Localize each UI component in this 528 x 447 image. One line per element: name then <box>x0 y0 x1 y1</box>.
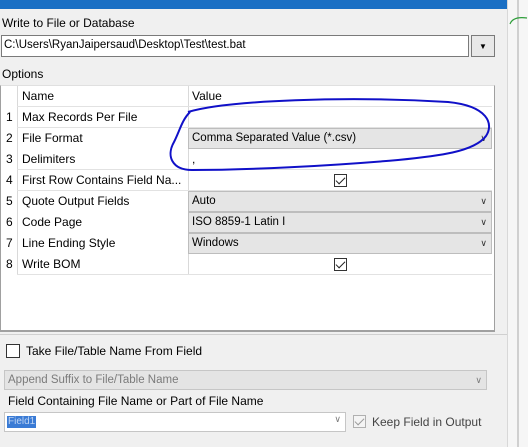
table-row[interactable]: 8 Write BOM <box>1 254 492 275</box>
file-format-value: Comma Separated Value (*.csv) <box>192 132 357 144</box>
row-number: 7 <box>6 236 13 250</box>
row-name: Max Records Per File <box>17 107 188 128</box>
row-name: First Row Contains Field Na... <box>17 170 188 191</box>
header-name: Name <box>17 86 188 107</box>
table-row[interactable]: 6 Code Page ISO 8859-1 Latin I ∨ <box>1 212 492 233</box>
grid-header: Name Value <box>1 86 492 107</box>
field-name-dropdown[interactable]: Field1 ∨ <box>4 412 346 432</box>
window-title-bar <box>0 0 507 9</box>
suffix-mode-value: Append Suffix to File/Table Name <box>8 374 179 386</box>
row-name: Delimiters <box>17 149 188 170</box>
code-page-dropdown[interactable]: ISO 8859-1 Latin I ∨ <box>188 212 492 233</box>
keep-field-label: Keep Field in Output <box>372 415 482 429</box>
code-page-value: ISO 8859-1 Latin I <box>192 216 286 228</box>
keep-field-checkbox[interactable] <box>353 415 366 428</box>
chevron-down-icon: ∨ <box>475 375 482 385</box>
quote-output-dropdown[interactable]: Auto ∨ <box>188 191 492 212</box>
section-divider <box>0 334 507 335</box>
options-title: Options <box>2 67 44 81</box>
row-number: 8 <box>6 257 13 271</box>
take-name-from-field-checkbox[interactable] <box>6 344 20 358</box>
row-number: 1 <box>6 110 13 124</box>
line-ending-value: Windows <box>192 237 239 249</box>
table-row[interactable]: 7 Line Ending Style Windows ∨ <box>1 233 492 254</box>
table-row[interactable]: 2 File Format Comma Separated Value (*.c… <box>1 128 492 149</box>
write-section-title: Write to File or Database <box>2 16 135 30</box>
header-value: Value <box>188 86 492 107</box>
field-containing-name-label: Field Containing File Name or Part of Fi… <box>8 394 264 408</box>
row-name: Write BOM <box>17 254 188 275</box>
checkmark-icon <box>354 415 365 426</box>
chevron-down-icon: ∨ <box>334 414 341 424</box>
max-records-input[interactable] <box>188 107 492 128</box>
row-number: 4 <box>6 173 13 187</box>
chevron-down-icon: ∨ <box>480 238 487 248</box>
table-row[interactable]: 1 Max Records Per File <box>1 107 492 128</box>
options-grid: Name Value 1 Max Records Per File 2 File… <box>0 85 495 331</box>
chevron-down-icon: ∨ <box>480 196 487 206</box>
row-name: Code Page <box>17 212 188 233</box>
chevron-down-icon: ∨ <box>480 133 487 143</box>
chevron-down-icon: ▼ <box>479 41 487 51</box>
first-row-field-names-checkbox[interactable] <box>334 174 347 187</box>
row-name: File Format <box>17 128 188 149</box>
field-name-value: Field1 <box>7 416 36 428</box>
suffix-mode-dropdown[interactable]: Append Suffix to File/Table Name ∨ <box>4 370 487 390</box>
output-path-input[interactable]: C:\Users\RyanJaipersaud\Desktop\Test\tes… <box>1 35 469 57</box>
delimiters-input[interactable]: , <box>188 149 492 170</box>
checkmark-icon <box>335 258 346 269</box>
path-dropdown-button[interactable]: ▼ <box>471 35 495 57</box>
line-ending-dropdown[interactable]: Windows ∨ <box>188 233 492 254</box>
vertical-scroll-strip[interactable] <box>507 0 528 447</box>
checkmark-icon <box>335 174 346 185</box>
row-number: 3 <box>6 152 13 166</box>
chevron-down-icon: ∨ <box>480 217 487 227</box>
row-name: Line Ending Style <box>17 233 188 254</box>
row-number: 5 <box>6 194 13 208</box>
write-bom-checkbox[interactable] <box>334 258 347 271</box>
row-number: 6 <box>6 215 13 229</box>
green-line-decoration <box>509 17 528 25</box>
table-row[interactable]: 4 First Row Contains Field Na... <box>1 170 492 191</box>
file-format-dropdown[interactable]: Comma Separated Value (*.csv) ∨ <box>188 128 492 149</box>
table-row[interactable]: 3 Delimiters , <box>1 149 492 170</box>
table-row[interactable]: 5 Quote Output Fields Auto ∨ <box>1 191 492 212</box>
row-number: 2 <box>6 131 13 145</box>
row-name: Quote Output Fields <box>17 191 188 212</box>
take-name-from-field-label: Take File/Table Name From Field <box>26 344 203 358</box>
quote-output-value: Auto <box>192 195 216 207</box>
